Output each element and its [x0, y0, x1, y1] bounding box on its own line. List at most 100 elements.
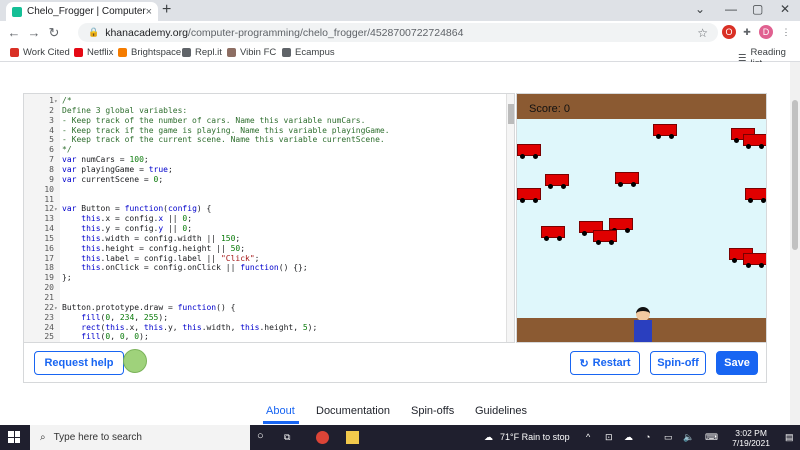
player-body [634, 320, 652, 342]
code-text: fill(0, 234, 255); [81, 312, 169, 322]
tab-guidelines[interactable]: Guidelines [475, 405, 527, 417]
code-editor[interactable]: 1▾/* 2 Define 3 global variables: 3 - Keep t… [23, 93, 515, 343]
code-line[interactable]: 5 - Keep track of the current scene. Name… [24, 135, 504, 144]
system-tray-icon[interactable]: ⊡ [605, 432, 613, 443]
forward-icon[interactable]: → [24, 25, 44, 40]
editor-scrollbar[interactable] [506, 94, 514, 342]
code-line[interactable]: 17 this.label = config.label || "Click"; [24, 254, 504, 263]
tab-about[interactable]: About [266, 405, 295, 417]
page-scrollbar[interactable] [790, 62, 800, 425]
wifi-icon[interactable]: ◔ [645, 432, 650, 442]
bookmark-replit[interactable]: Repl.it [182, 47, 222, 58]
code-line[interactable]: 24 rect(this.x, this.y, this.width, this… [24, 323, 504, 332]
code-line[interactable]: 19}; [24, 273, 504, 282]
line-number: 17 [44, 253, 54, 263]
line-number: 25 [44, 332, 54, 342]
line-number: 24 [44, 322, 54, 332]
code-line[interactable]: 7 var numCars = 100; [24, 155, 504, 164]
opera-extension-icon[interactable]: O [722, 25, 736, 39]
khan-academy-favicon-icon [12, 6, 22, 17]
line-number: 23 [44, 312, 54, 322]
code-line[interactable]: 16 this.height = config.height || 50; [24, 244, 504, 253]
menu-icon[interactable]: ⋮ [779, 25, 793, 39]
maximize-icon[interactable]: ▢ [752, 2, 763, 16]
code-text: this.label = config.label || "Click"; [81, 253, 260, 263]
weather-label[interactable]: 71°F Rain to stop [500, 432, 570, 442]
code-line[interactable]: 15 this.width = config.width || 150; [24, 234, 504, 243]
code-line[interactable]: 18 this.onClick = config.onClick || func… [24, 263, 504, 272]
windows-taskbar: ⌕ Type here to search ○ ⧉ ☁ 71°F Rain to… [0, 425, 800, 450]
bookmark-ecampus[interactable]: Ecampus [282, 47, 335, 58]
code-line[interactable]: 9 var currentScene = 0; [24, 175, 504, 184]
code-line[interactable]: 1▾/* [24, 96, 504, 105]
bookmark-brightspace[interactable]: Brightspace [118, 47, 181, 58]
back-icon[interactable]: ← [4, 25, 24, 40]
profile-avatar[interactable]: D [759, 25, 773, 39]
code-line[interactable]: 6 */ [24, 145, 504, 154]
extensions-icon[interactable]: ✚ [740, 25, 754, 39]
request-help-button[interactable]: Request help [34, 351, 124, 375]
network-icon[interactable]: ▭ [664, 432, 673, 443]
tab-search-icon[interactable]: ⌄ [695, 2, 705, 16]
code-line[interactable]: 4 - Keep track if the game is playing. Na… [24, 126, 504, 135]
restart-button[interactable]: ↻ Restart [570, 351, 640, 375]
file-explorer-icon[interactable] [346, 431, 359, 444]
code-text: var numCars = 100; [62, 155, 149, 165]
code-line[interactable]: 8 var playingGame = true; [24, 165, 504, 174]
code-line[interactable]: 25 fill(0, 0, 0); [24, 332, 504, 341]
new-tab-button[interactable]: + [162, 1, 171, 19]
chrome-icon[interactable] [316, 431, 329, 444]
code-line[interactable]: 3 - Keep track of the number of cars. Nam… [24, 116, 504, 125]
program-canvas[interactable]: Score: 0 [516, 93, 767, 343]
bookmark-star-icon[interactable]: ☆ [697, 26, 708, 40]
user-avatar[interactable] [123, 349, 147, 373]
replit-icon [182, 48, 191, 57]
cortana-icon[interactable]: ○ [257, 430, 264, 442]
player-character [632, 307, 654, 342]
tab-spin-offs[interactable]: Spin-offs [411, 405, 454, 417]
weather-icon[interactable]: ☁ [484, 432, 493, 443]
save-button[interactable]: Save [716, 351, 758, 375]
volume-icon[interactable]: 🔈 [683, 432, 694, 443]
spin-off-button[interactable]: Spin-off [650, 351, 706, 375]
windows-start-icon[interactable] [8, 431, 20, 443]
code-text: var playingGame = true; [62, 164, 173, 174]
search-icon: ⌕ [40, 432, 46, 443]
minimize-icon[interactable]: — [725, 2, 737, 16]
line-number: 15 [44, 233, 54, 243]
code-line[interactable]: 23 fill(0, 234, 255); [24, 313, 504, 322]
taskbar-search[interactable]: ⌕ Type here to search [30, 425, 250, 450]
task-view-icon[interactable]: ⧉ [284, 432, 290, 443]
code-line[interactable]: 22▾ Button.prototype.draw = function() { [24, 303, 504, 312]
line-number: 3 [49, 115, 54, 125]
address-bar[interactable]: 🔒 khanacademy.org/computer-programming/c… [78, 23, 718, 42]
language-icon[interactable]: ⌨ [705, 432, 718, 443]
clock[interactable]: 3:02 PM 7/19/2021 [732, 428, 770, 448]
code-line[interactable]: 2 Define 3 global variables: [24, 106, 504, 115]
bookmark-vibin-fc[interactable]: Vibin FC [227, 47, 276, 58]
notifications-icon[interactable]: ▤ [785, 432, 794, 443]
code-line[interactable]: 21 [24, 293, 504, 302]
bookmark-netflix[interactable]: Netflix [74, 47, 113, 58]
browser-tab[interactable]: Chelo_Frogger | Computer progr... × [6, 2, 158, 21]
bookmark-label: Work Cited [23, 47, 70, 58]
tab-close-icon[interactable]: × [146, 6, 152, 18]
bookmark-label: Repl.it [195, 47, 222, 58]
code-line[interactable]: 13 this.x = config.x || 0; [24, 214, 504, 223]
line-number: 2 [49, 105, 54, 115]
onedrive-icon[interactable]: ☁ [624, 432, 633, 443]
clock-date: 7/19/2021 [732, 438, 770, 448]
car [743, 134, 766, 149]
tab-documentation[interactable]: Documentation [316, 405, 390, 417]
code-line[interactable]: 20 [24, 283, 504, 292]
code-line[interactable]: 10 [24, 185, 504, 194]
show-hidden-icons-icon[interactable]: ^ [586, 432, 590, 442]
code-line[interactable]: 14 this.y = config.y || 0; [24, 224, 504, 233]
close-window-icon[interactable]: ✕ [780, 2, 790, 16]
code-line[interactable]: 11 [24, 195, 504, 204]
page-scrollbar-thumb[interactable] [792, 100, 798, 250]
code-line[interactable]: 12▾ var Button = function(config) { [24, 204, 504, 213]
editor-scrollbar-thumb[interactable] [508, 104, 514, 124]
bookmark-work-cited[interactable]: Work Cited [10, 47, 70, 58]
reload-icon[interactable]: ↻ [44, 25, 64, 41]
